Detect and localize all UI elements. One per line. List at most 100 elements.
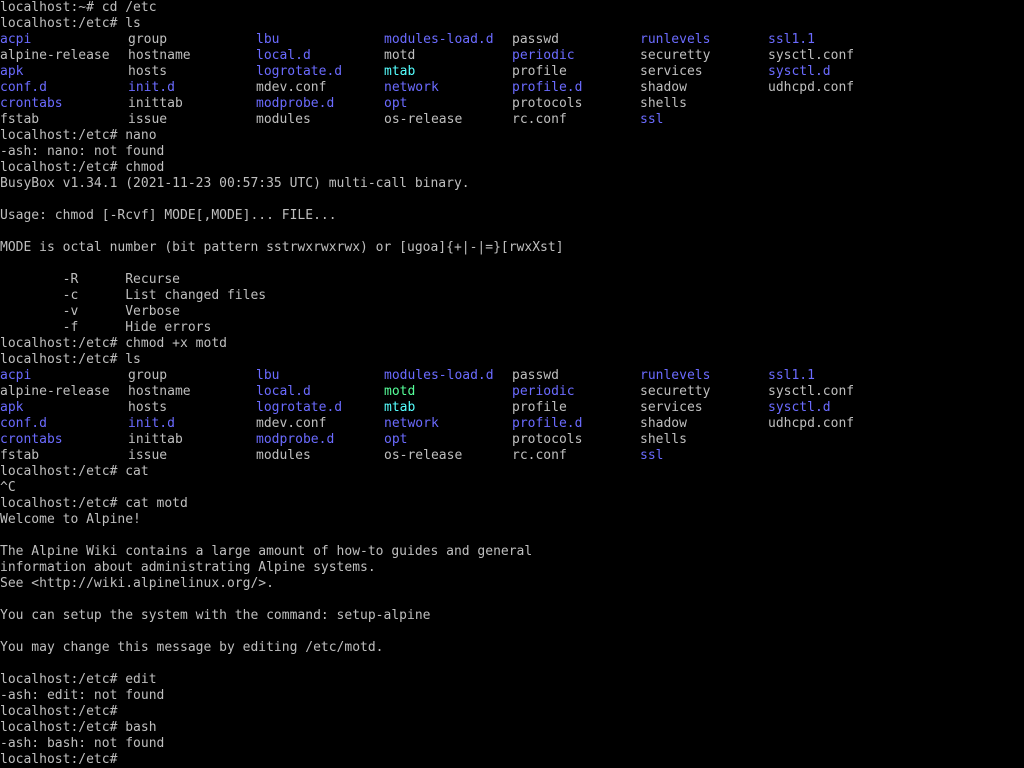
ls-entry-dir: opt [384, 96, 408, 111]
ls-entry-file: rc.conf [512, 112, 567, 127]
terminal-line: localhost:/etc# [0, 704, 1024, 720]
ls-entry-file: modules [256, 448, 311, 463]
ls-output-row: alpine-release hostname local.d motd periodi… [0, 48, 1024, 64]
line-text: See <http://wiki.alpinelinux.org/>. [0, 576, 274, 591]
line-text: ^C [0, 480, 16, 495]
ls-output-row: crontabs inittab modprobe.d opt protocols she… [0, 96, 1024, 112]
ls-entry-file: fstab [0, 112, 40, 127]
ls-entry-dir: profile.d [512, 80, 583, 95]
ls-output-row: apk hosts logrotate.d mtab profile services sy… [0, 64, 1024, 80]
ls-output-row: apk hosts logrotate.d mtab profile services sy… [0, 400, 1024, 416]
ls-entry-file: shells [640, 96, 687, 111]
line-text: localhost:/etc# ls [0, 352, 141, 367]
line-text: localhost:~# cd /etc [0, 0, 157, 15]
terminal-line: -R Recurse [0, 272, 1024, 288]
ls-entry-file: sysctl.conf [768, 384, 855, 399]
terminal-line: localhost:/etc# cat motd [0, 496, 1024, 512]
ls-entry-dir: local.d [256, 48, 311, 63]
terminal-screen[interactable]: localhost:~# cd /etc localhost:/etc# ls ac… [0, 0, 1024, 768]
ls-entry-file: fstab [0, 448, 40, 463]
ls-entry-file: udhcpd.conf [768, 416, 855, 431]
terminal-line: You can setup the system with the comman… [0, 608, 1024, 624]
terminal-line: -ash: bash: not found [0, 736, 1024, 752]
ls-entry-file: mdev.conf [256, 416, 327, 431]
ls-entry-file: os-release [384, 112, 463, 127]
ls-entry-dir: lbu [256, 368, 280, 383]
ls-entry-dir: runlevels [640, 368, 711, 383]
line-text: You may change this message by editing /… [0, 640, 384, 655]
ls-entry-file: sysctl.conf [768, 48, 855, 63]
ls-entry-file: protocols [512, 432, 583, 447]
ls-entry-file: group [128, 368, 168, 383]
line-text: localhost:/etc# edit [0, 672, 157, 687]
terminal-line: -ash: nano: not found [0, 144, 1024, 160]
ls-entry-dir: ssl [640, 448, 664, 463]
ls-entry-file: securetty [640, 384, 711, 399]
ls-entry-dir: ssl1.1 [768, 32, 815, 47]
ls-entry-file: alpine-release [0, 48, 110, 63]
line-text: localhost:/etc# chmod [0, 160, 165, 175]
ls-output-row: conf.d init.d mdev.conf network profile.d sha… [0, 416, 1024, 432]
ls-entry-dir: crontabs [0, 432, 63, 447]
ls-entry-dir: apk [0, 64, 24, 79]
terminal-line: Welcome to Alpine! [0, 512, 1024, 528]
line-text: BusyBox v1.34.1 (2021-11-23 00:57:35 UTC… [0, 176, 470, 191]
ls-entry-file: shadow [640, 80, 687, 95]
ls-entry-dir: sysctl.d [768, 400, 831, 415]
ls-output-row: fstab issue modules os-release rc.conf ssl [0, 112, 1024, 128]
line-text: Welcome to Alpine! [0, 512, 141, 527]
ls-entry-dir: apk [0, 400, 24, 415]
line-text: localhost:/etc# nano [0, 128, 157, 143]
line-text: -ash: edit: not found [0, 688, 165, 703]
terminal-line: See <http://wiki.alpinelinux.org/>. [0, 576, 1024, 592]
ls-entry-file: shells [640, 432, 687, 447]
ls-entry-dir: opt [384, 432, 408, 447]
terminal-line: -ash: edit: not found [0, 688, 1024, 704]
ls-entry-dir: local.d [256, 384, 311, 399]
terminal-line: -f Hide errors [0, 320, 1024, 336]
terminal-line: localhost:/etc# ls [0, 16, 1024, 32]
ls-entry-dir: ssl1.1 [768, 368, 815, 383]
ls-entry-dir: sysctl.d [768, 64, 831, 79]
ls-output-row: fstab issue modules os-release rc.conf ssl [0, 448, 1024, 464]
ls-entry-dir: network [384, 80, 439, 95]
ls-entry-dir: logrotate.d [256, 64, 343, 79]
terminal-line: ^C [0, 480, 1024, 496]
ls-entry-dir: profile.d [512, 416, 583, 431]
ls-entry-dir: modprobe.d [256, 432, 335, 447]
ls-entry-dir: ssl [640, 112, 664, 127]
ls-entry-dir: lbu [256, 32, 280, 47]
line-text: -v Verbose [0, 304, 181, 319]
ls-entry-file: inittab [128, 432, 183, 447]
terminal-line: localhost:/etc# ls [0, 352, 1024, 368]
ls-output-row: acpi group lbu modules-load.d passwd runlevel… [0, 32, 1024, 48]
ls-entry-dir: network [384, 416, 439, 431]
command-prompt-line[interactable]: localhost:/etc# [0, 752, 1024, 768]
ls-entry-link: mtab [384, 400, 416, 415]
terminal-line: -c List changed files [0, 288, 1024, 304]
line-text: -R Recurse [0, 272, 181, 287]
line-text: Usage: chmod [-Rcvf] MODE[,MODE]... FILE… [0, 208, 337, 223]
ls-entry-dir: modprobe.d [256, 96, 335, 111]
ls-entry-file: rc.conf [512, 448, 567, 463]
ls-entry-file: passwd [512, 368, 559, 383]
terminal-line: localhost:/etc# nano [0, 128, 1024, 144]
ls-entry-file: alpine-release [0, 384, 110, 399]
ls-entry-link: mtab [384, 64, 416, 79]
terminal-line: Usage: chmod [-Rcvf] MODE[,MODE]... FILE… [0, 208, 1024, 224]
ls-entry-dir: modules-load.d [384, 32, 494, 47]
ls-entry-file: udhcpd.conf [768, 80, 855, 95]
ls-output-row: conf.d init.d mdev.conf network profile.d sha… [0, 80, 1024, 96]
ls-entry-file: hosts [128, 64, 168, 79]
ls-entry-file: hosts [128, 400, 168, 415]
terminal-line: localhost:/etc# bash [0, 720, 1024, 736]
terminal-line: MODE is octal number (bit pattern sstrwx… [0, 240, 1024, 256]
ls-entry-file: modules [256, 112, 311, 127]
terminal-line: localhost:/etc# chmod +x motd [0, 336, 1024, 352]
